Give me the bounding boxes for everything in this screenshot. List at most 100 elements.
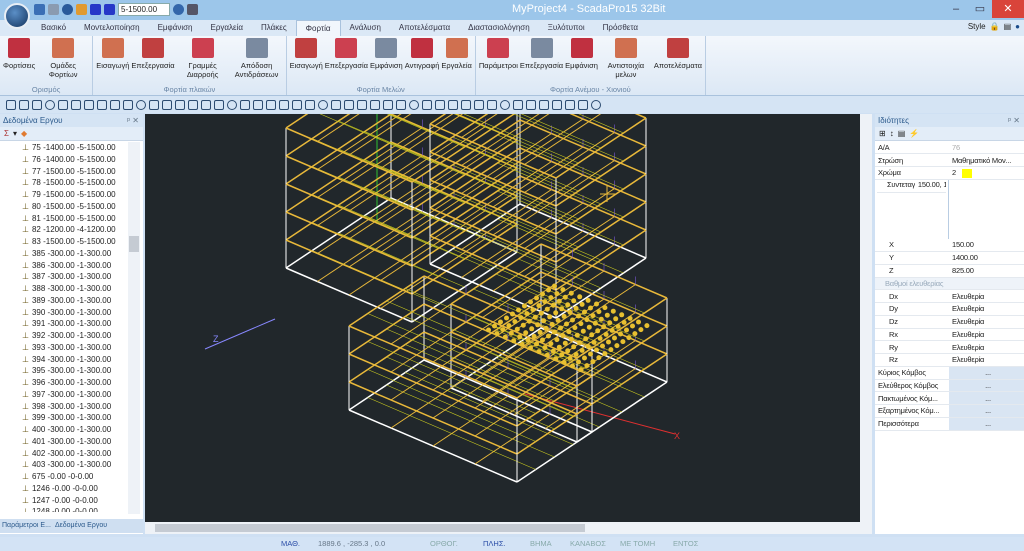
building-icon[interactable] [48, 4, 59, 15]
tree-node[interactable]: ⊥ 83 -1500.00 -5-1500.00 [22, 236, 128, 248]
property-row[interactable]: Εξαρτημένος Κόμ...... [875, 404, 1024, 418]
info-icon[interactable]: ● [1015, 22, 1020, 31]
tree-node[interactable]: ⊥ 80 -1500.00 -5-1500.00 [22, 201, 128, 213]
tool-icon[interactable] [175, 99, 185, 110]
level-select[interactable]: 5-1500.00 [118, 3, 170, 16]
pin-close-icons[interactable]: ᵖ ✕ [1008, 114, 1020, 127]
panel-tab-1[interactable]: Δεδομένα Εργου [53, 519, 109, 533]
tree-node[interactable]: ⊥ 402 -300.00 -1-300.00 [22, 448, 128, 460]
status-5[interactable]: ΕΝΤΟΣ [673, 537, 698, 551]
tool-icon[interactable] [344, 99, 354, 110]
tab-0[interactable]: Βασικό [32, 20, 75, 36]
tool-icon[interactable] [487, 99, 497, 110]
tree-node[interactable]: ⊥ 393 -300.00 -1-300.00 [22, 342, 128, 354]
tree-node[interactable]: ⊥ 396 -300.00 -1-300.00 [22, 377, 128, 389]
tool-icon[interactable] [279, 99, 289, 110]
status-4[interactable]: ΜΕ ΤΟΜΗ [620, 537, 655, 551]
property-value[interactable]: 825.00 [949, 264, 1024, 278]
tool-icon[interactable] [110, 99, 120, 110]
tool-icon[interactable] [123, 99, 133, 110]
property-value[interactable]: ... [949, 417, 1024, 431]
property-value[interactable]: Ελευθερία [949, 315, 1024, 329]
tree-node[interactable]: ⊥ 78 -1500.00 -5-1500.00 [22, 177, 128, 189]
tree-node[interactable]: ⊥ 81 -1500.00 -5-1500.00 [22, 213, 128, 225]
camera-icon[interactable] [187, 4, 198, 15]
tool-icon[interactable] [565, 99, 575, 110]
property-value[interactable]: ... [949, 391, 1024, 405]
dropdown-icon[interactable]: ▾ [13, 129, 17, 138]
tree-node[interactable]: ⊥ 1247 -0.00 -0-0.00 [22, 495, 128, 507]
property-value[interactable]: Ελευθερία [949, 289, 1024, 303]
tool-icon[interactable] [539, 99, 549, 110]
property-value[interactable]: ... [949, 379, 1024, 393]
tree-node[interactable]: ⊥ 395 -300.00 -1-300.00 [22, 365, 128, 377]
tool-icon[interactable] [149, 99, 159, 110]
property-row[interactable]: Z 825.00 [875, 264, 1024, 278]
tree-node[interactable]: ⊥ 82 -1200.00 -4-1200.00 [22, 224, 128, 236]
status-1[interactable]: ΠΛΗΣ. [483, 537, 506, 551]
tool-icon[interactable] [318, 99, 328, 110]
tree-node[interactable]: ⊥ 389 -300.00 -1-300.00 [22, 295, 128, 307]
property-value[interactable]: 76 [949, 141, 1024, 155]
tool-icon[interactable] [383, 99, 393, 110]
tool-icon[interactable] [162, 99, 172, 110]
minimize-button[interactable]: – [944, 0, 968, 18]
tool-icon[interactable] [435, 99, 445, 110]
property-row[interactable]: Περισσότερα... [875, 417, 1024, 431]
tool-icon[interactable] [578, 99, 588, 110]
tree-node[interactable]: ⊥ 77 -1500.00 -5-1500.00 [22, 166, 128, 178]
tree-node[interactable]: ⊥ 399 -300.00 -1-300.00 [22, 412, 128, 424]
property-row[interactable]: Dz Ελευθερία [875, 315, 1024, 329]
tree-node[interactable]: ⊥ 76 -1400.00 -5-1500.00 [22, 154, 128, 166]
close-button[interactable]: ✕ [992, 0, 1024, 18]
tool-icon[interactable] [513, 99, 523, 110]
property-row[interactable]: Χρώμα 2 [875, 166, 1024, 180]
tool-icon[interactable] [409, 99, 419, 110]
tool-icon[interactable] [97, 99, 107, 110]
tree-node[interactable]: ⊥ 388 -300.00 -1-300.00 [22, 283, 128, 295]
tab-5[interactable]: Φορτία [295, 20, 341, 36]
tree-node[interactable]: ⊥ 387 -300.00 -1-300.00 [22, 271, 128, 283]
property-value[interactable]: 150.00, 1400.00, 8... [914, 180, 946, 193]
tool-icon[interactable] [240, 99, 250, 110]
tree-node[interactable]: ⊥ 386 -300.00 -1-300.00 [22, 260, 128, 272]
tree-node[interactable]: ⊥ 1246 -0.00 -0-0.00 [22, 483, 128, 495]
globe-icon[interactable] [173, 4, 184, 15]
property-row[interactable]: X 150.00 [875, 238, 1024, 252]
tab-8[interactable]: Διαστασιολόγηση [459, 20, 539, 36]
tab-3[interactable]: Εργαλεία [201, 20, 251, 36]
tool-icon[interactable] [591, 99, 601, 110]
tree-node[interactable]: ⊥ 385 -300.00 -1-300.00 [22, 248, 128, 260]
property-row[interactable]: Y 1400.00 [875, 251, 1024, 265]
tree-node[interactable]: ⊥ 403 -300.00 -1-300.00 [22, 459, 128, 471]
tab-7[interactable]: Αποτελέσματα [390, 20, 459, 36]
property-row[interactable]: Rx Ελευθερία [875, 328, 1024, 342]
tab-4[interactable]: Πλάκες [252, 20, 296, 36]
tab-6[interactable]: Ανάλυση [341, 20, 390, 36]
tool-icon[interactable] [448, 99, 458, 110]
viewport-hscrollbar[interactable] [145, 522, 872, 534]
maximize-button[interactable]: ▭ [968, 0, 992, 18]
tree-node[interactable]: ⊥ 400 -300.00 -1-300.00 [22, 424, 128, 436]
language-icon[interactable]: ▤ [1004, 22, 1012, 31]
property-value[interactable]: Ελευθερία [949, 302, 1024, 316]
tool-icon[interactable] [19, 99, 29, 110]
application-menu-button[interactable] [4, 3, 30, 29]
save-icon[interactable] [34, 4, 45, 15]
property-row[interactable]: Rz Ελευθερία [875, 353, 1024, 367]
tab-1[interactable]: Μοντελοποίηση [75, 20, 149, 36]
tool-icon[interactable] [357, 99, 367, 110]
tree-node[interactable]: ⊥ 390 -300.00 -1-300.00 [22, 307, 128, 319]
3d-viewport[interactable]: X Z [145, 57, 860, 522]
tool-icon[interactable] [370, 99, 380, 110]
style-menu[interactable]: Style [968, 22, 986, 31]
tree-node[interactable]: ⊥ 79 -1500.00 -5-1500.00 [22, 189, 128, 201]
tree-node[interactable]: ⊥ 398 -300.00 -1-300.00 [22, 401, 128, 413]
tool-icon[interactable] [32, 99, 42, 110]
tool-icon[interactable] [552, 99, 562, 110]
property-row[interactable]: Ry Ελευθερία [875, 340, 1024, 354]
property-row[interactable]: Α/Α 76 [875, 141, 1024, 155]
property-row[interactable]: Πακτωμένος Κόμ...... [875, 391, 1024, 405]
tree-node[interactable]: ⊥ 392 -300.00 -1-300.00 [22, 330, 128, 342]
tab-9[interactable]: Ξυλότυποι [539, 20, 594, 36]
